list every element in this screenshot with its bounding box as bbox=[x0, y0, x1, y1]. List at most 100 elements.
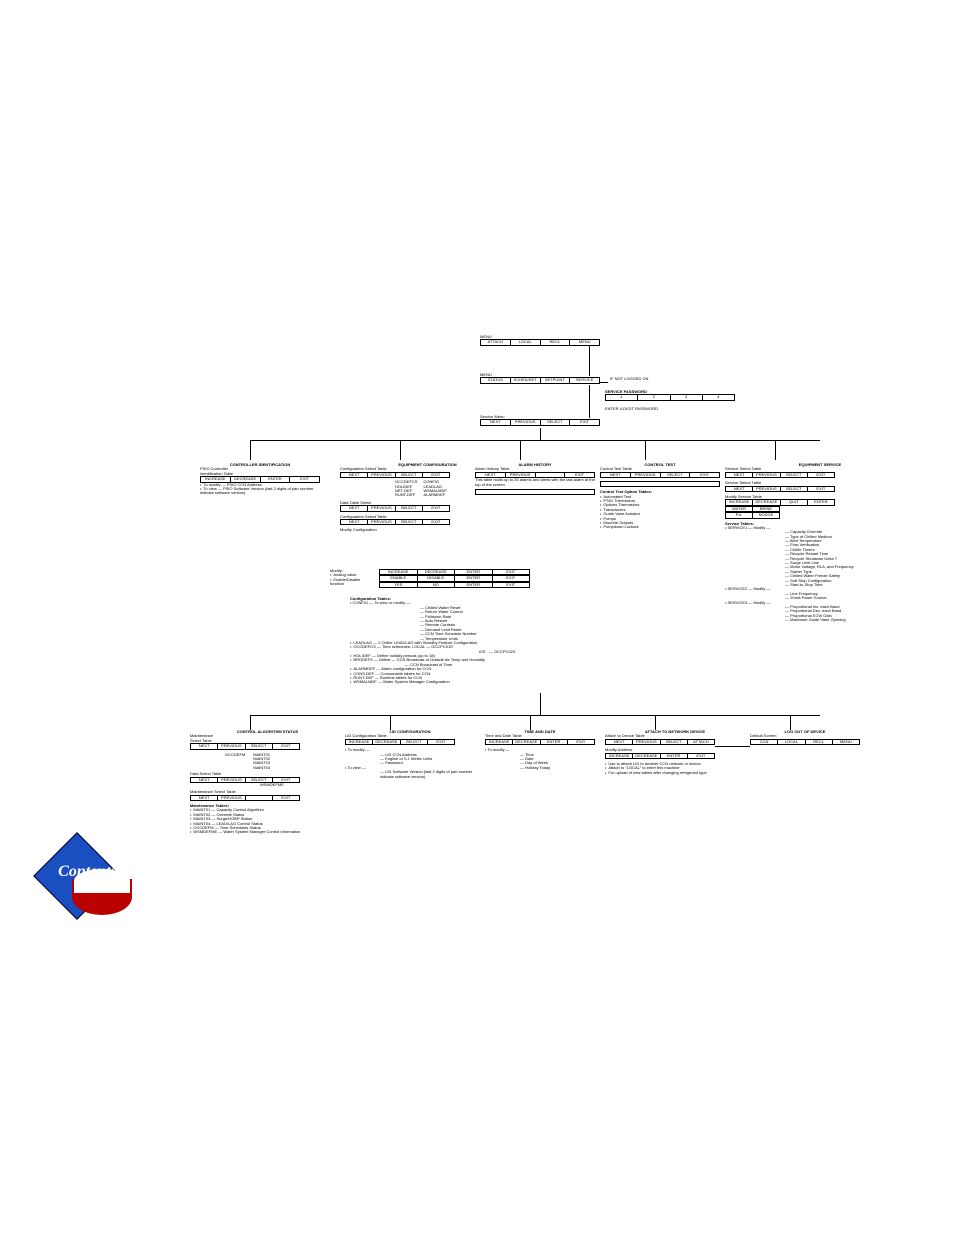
config-items: Chilled Water Reset Return Water Control… bbox=[420, 606, 580, 641]
wsm: WSMDEFME bbox=[260, 783, 345, 787]
btn: NEXT bbox=[726, 473, 753, 477]
notes: To modify — PSIO CCN Address To view — P… bbox=[200, 483, 320, 496]
mt-items: MAINT01 — Capacity Control Algorithm MAI… bbox=[190, 808, 345, 834]
btn: EXIT bbox=[568, 740, 594, 744]
btn: SELECT bbox=[541, 420, 571, 424]
i: MAINT04 bbox=[253, 766, 270, 770]
btn: PREVIOUS bbox=[633, 740, 660, 744]
btn: ENTER bbox=[808, 500, 834, 504]
btn: EXIT bbox=[423, 473, 449, 477]
btn: PREVIOUS bbox=[368, 506, 395, 510]
menu-top-buttons: ATTACH LOCAL RECL MENU bbox=[480, 339, 600, 345]
s1-items: Capacity Override Type of Chilled Medium… bbox=[785, 530, 915, 587]
btn: SERVICE bbox=[570, 378, 599, 382]
btn: INCREASE bbox=[726, 500, 753, 504]
btn: MENU bbox=[570, 340, 599, 344]
btn: EXIT bbox=[570, 420, 599, 424]
attach-buttons: NEXT PREVIOUS SELECT ATTACH bbox=[605, 739, 715, 745]
btn: SELECT bbox=[396, 520, 423, 524]
ctrl-test-buttons: NEXT PREVIOUS SELECT EXIT bbox=[600, 472, 720, 478]
svc-buttons2: NEXT PREVIOUS SELECT EXIT bbox=[725, 486, 835, 492]
mod: To modify — bbox=[487, 747, 509, 752]
btn bbox=[246, 796, 273, 800]
btn: EXIT bbox=[273, 796, 299, 800]
ct-box bbox=[600, 481, 720, 487]
btn: NEXT bbox=[606, 740, 633, 744]
btn: DECREASE bbox=[753, 500, 780, 504]
mod-row3: YES NO ENTER EXIT bbox=[379, 582, 530, 588]
mod-row3: P.d. NODGE bbox=[725, 512, 780, 518]
view-items: LID Software Version (last 2 digits of p… bbox=[380, 770, 475, 779]
btn: QUIT bbox=[781, 500, 808, 504]
occ: OCCDEFM bbox=[225, 753, 245, 771]
btn: PREVIOUS bbox=[753, 487, 780, 491]
cfg-col1: OCCDEFCS HOLIDEF NET-DEF RUNT-DEF bbox=[395, 480, 417, 498]
btn: EXIT bbox=[808, 487, 834, 491]
log-out: LOG OUT OF DEVICE Default Screen CCN LOC… bbox=[750, 730, 860, 745]
btn: SELECT bbox=[396, 473, 423, 477]
i: LID Software Version (last 2 digits of p… bbox=[380, 770, 475, 779]
alarm-history: ALARM HISTORY Alarm History Table NEXT P… bbox=[475, 463, 595, 495]
btn: BRINE bbox=[753, 507, 779, 511]
control-algorithm-status: CONTROL ALGORITHM STATUS Maintenance Sel… bbox=[190, 730, 345, 835]
contents-label: Contents bbox=[40, 863, 135, 881]
btn: INCREASE bbox=[346, 740, 373, 744]
maint-buttons: NEXT PREVIOUS EXIT bbox=[190, 795, 300, 801]
lid-configuration: LID CONFIGURATION LID Configuration Tabl… bbox=[345, 730, 475, 779]
view: To view — bbox=[347, 765, 365, 770]
btn: 1 bbox=[606, 395, 638, 399]
btn: ENABLE bbox=[380, 576, 418, 580]
btn: ENTER bbox=[455, 583, 493, 587]
mod: To modify — bbox=[347, 747, 369, 752]
btn: EXIT bbox=[423, 520, 449, 524]
btn: EXIT bbox=[690, 473, 719, 477]
btn: ENTER bbox=[455, 576, 493, 580]
btn: SELECT bbox=[661, 740, 688, 744]
btn: RECL bbox=[806, 740, 833, 744]
other-cfg-tables2: HOLIDEF — Define holiday periods (up to … bbox=[350, 654, 580, 663]
btn: ENTER bbox=[261, 477, 291, 481]
btn: EXIT bbox=[423, 506, 449, 510]
cfg-sel2-buttons: NEXT PREVIOUS SELECT EXIT bbox=[340, 519, 450, 525]
menu-tree-diagram: MENU ATTACH LOCAL RECL MENU MENU STATUS … bbox=[150, 335, 920, 885]
btn: SELECT bbox=[781, 473, 808, 477]
btn: CCN bbox=[751, 740, 778, 744]
btn: PREVIOUS bbox=[631, 473, 661, 477]
btn: EXIT bbox=[493, 576, 530, 580]
td-buttons: INCREASE DECREASE ENTER EXIT bbox=[485, 739, 595, 745]
btn: ENTER bbox=[661, 754, 688, 758]
btn: LOCAL bbox=[511, 340, 541, 344]
btn: LOCAL bbox=[778, 740, 805, 744]
alarm-box bbox=[475, 489, 595, 495]
pw-buttons: 1 2 3 4 bbox=[605, 394, 735, 400]
cfg-buttons: NEXT PREVIOUS SELECT EXIT bbox=[340, 472, 450, 478]
btn: PREVIOUS bbox=[511, 420, 541, 424]
option-items: Automated Test PSIO Thermistors Options … bbox=[600, 495, 720, 530]
menu-mid-buttons: STATUS SCHED/SET SETPOINT SERVICE bbox=[480, 377, 600, 383]
btn: DECREASE bbox=[231, 477, 261, 481]
not-logged: IF NOT LOGGED ON bbox=[610, 377, 648, 381]
btn: DECREASE bbox=[373, 740, 400, 744]
s2-items: Line Frequency 20mA Power Source bbox=[785, 592, 915, 601]
enter-pw: ENTER 4-DIGIT PASSWORD bbox=[605, 407, 658, 411]
btn: ATTACH bbox=[688, 740, 714, 744]
i: Pumpdown Lockout bbox=[600, 525, 720, 529]
btn: SETPOINT bbox=[541, 378, 571, 382]
svc-buttons: NEXT PREVIOUS SELECT EXIT bbox=[725, 472, 835, 478]
btn: EXIT bbox=[493, 583, 530, 587]
note: To view — PSIO Software Version (last 2 … bbox=[200, 487, 320, 496]
logout-buttons: CCN LOCAL RECL MENU bbox=[750, 739, 860, 745]
s3-items: Proportional Inc. each Band Proportional… bbox=[785, 605, 915, 623]
btn: ENTER bbox=[541, 740, 568, 744]
btn: EXIT bbox=[688, 754, 714, 758]
btn: EXIT bbox=[428, 740, 454, 744]
menu-mid: MENU STATUS SCHED/SET SETPOINT SERVICE bbox=[480, 373, 600, 384]
btn: PREVIOUS bbox=[368, 473, 395, 477]
other-cfg-tables3: ALARMDEF — Alarm configuration for CCN C… bbox=[350, 667, 580, 685]
btn: NODGE bbox=[753, 513, 779, 517]
equipment-service: EQUIPMENT SERVICE Service Select Table N… bbox=[725, 463, 915, 623]
i: Holiday Today bbox=[520, 766, 595, 770]
btn: 2 bbox=[638, 395, 670, 399]
contents-link[interactable]: Contents bbox=[40, 845, 135, 920]
time-and-date: TIME AND DATE Time and Date Table INCREA… bbox=[485, 730, 595, 770]
